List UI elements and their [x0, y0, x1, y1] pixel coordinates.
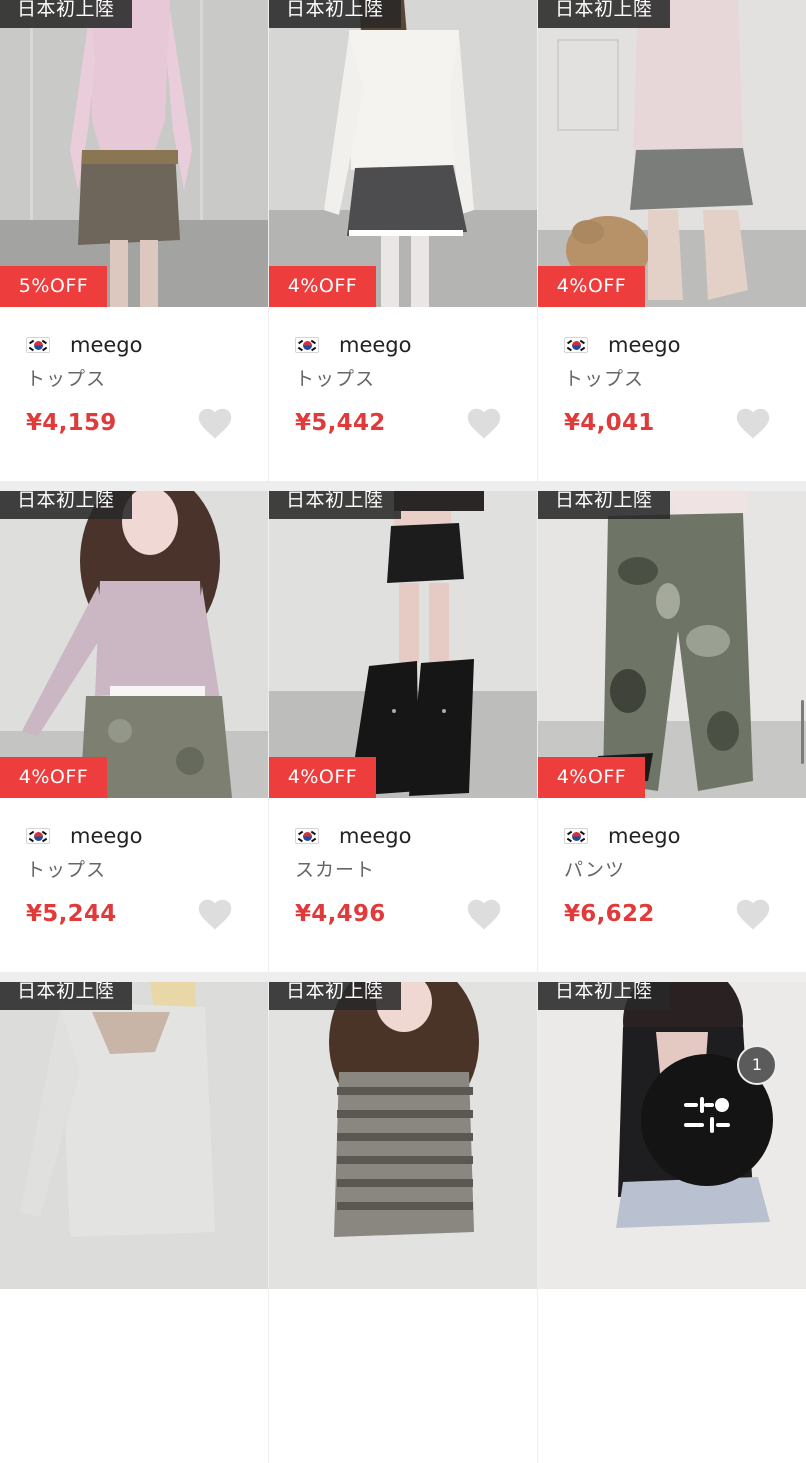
- product-price: ¥4,041: [564, 410, 655, 436]
- product-price: ¥4,159: [26, 410, 117, 436]
- product-photo[interactable]: 日本初上陸 4%OFF: [538, 491, 806, 798]
- brand-name[interactable]: meego: [339, 333, 411, 357]
- new-arrival-badge: 日本初上陸: [0, 982, 132, 1010]
- product-image: [538, 0, 806, 307]
- brand-name[interactable]: meego: [608, 333, 680, 357]
- korea-flag-icon: [26, 828, 50, 844]
- product-photo[interactable]: 日本初上陸: [269, 982, 537, 1289]
- korea-flag-icon: [295, 337, 319, 353]
- product-photo[interactable]: 日本初上陸 4%OFF: [538, 0, 806, 307]
- korea-flag-icon: [26, 337, 50, 353]
- new-arrival-badge: 日本初上陸: [269, 0, 401, 28]
- new-arrival-badge: 日本初上陸: [269, 491, 401, 519]
- product-category: トップス: [26, 859, 107, 881]
- favorite-heart-icon[interactable]: [734, 406, 772, 440]
- product-image: [538, 491, 806, 798]
- product-photo[interactable]: 日本初上陸 4%OFF: [269, 0, 537, 307]
- filter-count-badge: 1: [737, 1045, 777, 1085]
- korea-flag-icon: [564, 337, 588, 353]
- korea-flag-icon: [295, 828, 319, 844]
- new-arrival-badge: 日本初上陸: [538, 491, 670, 519]
- product-price: ¥4,496: [295, 901, 386, 927]
- product-category: トップス: [564, 368, 645, 390]
- brand-name[interactable]: meego: [608, 824, 680, 848]
- product-image: [269, 491, 537, 798]
- new-arrival-badge: 日本初上陸: [0, 0, 132, 28]
- product-photo[interactable]: 日本初上陸 5%OFF: [0, 0, 268, 307]
- product-category: トップス: [26, 368, 107, 390]
- discount-badge: 4%OFF: [269, 266, 376, 307]
- brand-name[interactable]: meego: [339, 824, 411, 848]
- new-arrival-badge: 日本初上陸: [538, 982, 670, 1010]
- product-card[interactable]: 日本初上陸 4%OFF meego トップス ¥4,041: [538, 0, 806, 481]
- product-card[interactable]: 日本初上陸 5%OFF meego トップス ¥4,159: [0, 0, 268, 481]
- discount-badge: 4%OFF: [0, 757, 107, 798]
- product-category: スカート: [295, 859, 376, 881]
- product-card[interactable]: 日本初上陸 4%OFF meego スカート ¥4,496: [269, 491, 537, 972]
- discount-badge: 4%OFF: [538, 757, 645, 798]
- discount-badge: 4%OFF: [269, 757, 376, 798]
- product-price: ¥5,244: [26, 901, 117, 927]
- scrollbar-thumb[interactable]: [801, 700, 804, 764]
- discount-badge: 5%OFF: [0, 266, 107, 307]
- sliders-icon: [684, 1097, 730, 1133]
- favorite-heart-icon[interactable]: [465, 897, 503, 931]
- product-category: トップス: [295, 368, 376, 390]
- product-card[interactable]: 日本初上陸 4%OFF meego トップス ¥5,244: [0, 491, 268, 972]
- new-arrival-badge: 日本初上陸: [269, 982, 401, 1010]
- brand-name[interactable]: meego: [70, 824, 142, 848]
- product-card[interactable]: 日本初上陸 4%OFF meego トップス ¥5,442: [269, 0, 537, 481]
- product-photo[interactable]: 日本初上陸 4%OFF: [0, 491, 268, 798]
- new-arrival-badge: 日本初上陸: [538, 0, 670, 28]
- product-grid: 日本初上陸 5%OFF meego トップス ¥4,159 日本初上陸 4%OF…: [0, 0, 806, 1463]
- product-image: [0, 491, 268, 798]
- product-image: [0, 0, 268, 307]
- korea-flag-icon: [564, 828, 588, 844]
- product-category: パンツ: [564, 859, 625, 881]
- product-image: [269, 982, 537, 1289]
- product-card[interactable]: 日本初上陸: [0, 982, 268, 1463]
- product-image: [0, 982, 268, 1289]
- product-card[interactable]: 日本初上陸 4%OFF meego パンツ ¥6,622: [538, 491, 806, 972]
- favorite-heart-icon[interactable]: [196, 897, 234, 931]
- brand-name[interactable]: meego: [70, 333, 142, 357]
- product-price: ¥5,442: [295, 410, 386, 436]
- product-photo[interactable]: 日本初上陸: [0, 982, 268, 1289]
- new-arrival-badge: 日本初上陸: [0, 491, 132, 519]
- product-photo[interactable]: 日本初上陸 4%OFF: [269, 491, 537, 798]
- favorite-heart-icon[interactable]: [734, 897, 772, 931]
- favorite-heart-icon[interactable]: [465, 406, 503, 440]
- product-price: ¥6,622: [564, 901, 655, 927]
- discount-badge: 4%OFF: [538, 266, 645, 307]
- favorite-heart-icon[interactable]: [196, 406, 234, 440]
- product-image: [269, 0, 537, 307]
- product-card[interactable]: 日本初上陸: [269, 982, 537, 1463]
